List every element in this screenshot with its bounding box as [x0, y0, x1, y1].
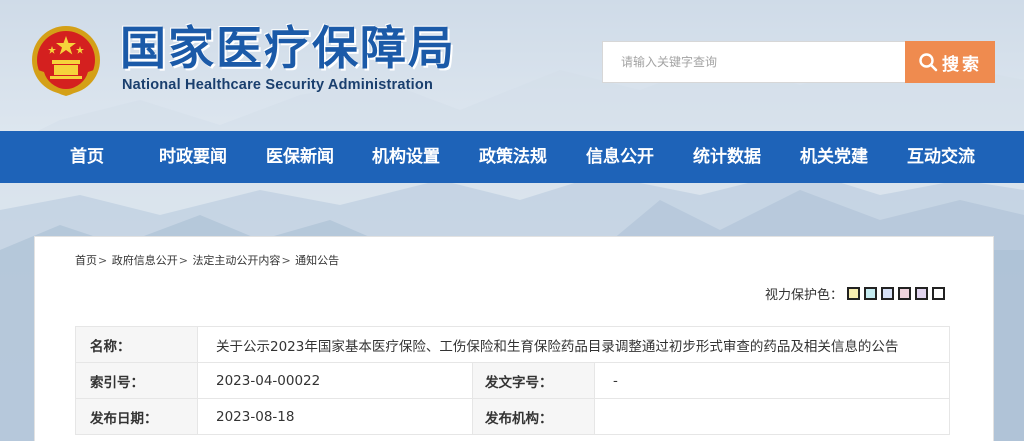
- swatch-blue[interactable]: [881, 287, 895, 300]
- nav-item-insurance-news[interactable]: 医保新闻: [266, 131, 334, 183]
- docno-label: 发文字号：: [472, 362, 595, 399]
- date-label: 发布日期：: [75, 398, 198, 435]
- index-label: 索引号：: [75, 362, 198, 399]
- name-label: 名称：: [75, 326, 198, 363]
- breadcrumb-separator: >: [281, 254, 291, 267]
- site-header: 国家医疗保障局 National Healthcare Security Adm…: [0, 0, 1024, 130]
- org-value: [594, 398, 950, 435]
- swatch-cyan[interactable]: [864, 287, 878, 300]
- nav-item-statistics[interactable]: 统计数据: [693, 131, 761, 183]
- main-nav: 首页 时政要闻 医保新闻 机构设置 政策法规 信息公开 统计数据 机关党建 互动…: [0, 131, 1024, 183]
- name-value: 关于公示2023年国家基本医疗保险、工伤保险和生育保险药品目录调整通过初步形式审…: [197, 326, 950, 363]
- site-title-cn[interactable]: 国家医疗保障局: [120, 22, 456, 74]
- content-panel: 首页> 政府信息公开> 法定主动公开内容> 通知公告 视力保护色： 名称： 关于…: [34, 236, 994, 441]
- nav-item-news-politics[interactable]: 时政要闻: [159, 131, 227, 183]
- breadcrumb: 首页> 政府信息公开> 法定主动公开内容> 通知公告: [75, 252, 339, 268]
- document-info-table: 名称： 关于公示2023年国家基本医疗保险、工伤保险和生育保险药品目录调整通过初…: [75, 326, 950, 435]
- vision-label: 视力保护色：: [765, 288, 844, 303]
- nav-item-info-disclosure[interactable]: 信息公开: [586, 131, 654, 183]
- breadcrumb-separator: >: [98, 254, 108, 267]
- nav-item-organization[interactable]: 机构设置: [372, 131, 440, 183]
- table-row: 发布日期： 2023-08-18 发布机构：: [75, 398, 950, 435]
- search-icon: [919, 53, 938, 72]
- breadcrumb-notices[interactable]: 通知公告: [295, 254, 339, 267]
- nav-item-policies[interactable]: 政策法规: [479, 131, 547, 183]
- breadcrumb-gov-info[interactable]: 政府信息公开: [112, 254, 178, 267]
- table-row: 索引号： 2023-04-00022 发文字号： -: [75, 362, 950, 399]
- vision-protection: 视力保护色：: [765, 284, 946, 303]
- swatch-white[interactable]: [932, 287, 946, 300]
- site-title-en[interactable]: National Healthcare Security Administrat…: [122, 77, 433, 93]
- date-value: 2023-08-18: [197, 398, 473, 435]
- docno-value: -: [594, 362, 950, 399]
- swatch-yellow[interactable]: [847, 287, 861, 300]
- nav-item-party-building[interactable]: 机关党建: [800, 131, 868, 183]
- org-label: 发布机构：: [472, 398, 595, 435]
- breadcrumb-separator: >: [178, 254, 188, 267]
- breadcrumb-home[interactable]: 首页: [75, 254, 97, 267]
- nav-item-home[interactable]: 首页: [70, 131, 104, 183]
- search-button[interactable]: 搜索: [905, 41, 995, 83]
- breadcrumb-statutory[interactable]: 法定主动公开内容: [192, 254, 280, 267]
- search-input[interactable]: [602, 41, 905, 83]
- index-value: 2023-04-00022: [197, 362, 473, 399]
- national-emblem-icon[interactable]: [30, 22, 102, 100]
- nav-item-interaction[interactable]: 互动交流: [907, 131, 975, 183]
- swatch-purple[interactable]: [915, 287, 929, 300]
- search-button-label: 搜索: [942, 54, 982, 75]
- table-row: 名称： 关于公示2023年国家基本医疗保险、工伤保险和生育保险药品目录调整通过初…: [75, 326, 950, 363]
- swatch-pink[interactable]: [898, 287, 912, 300]
